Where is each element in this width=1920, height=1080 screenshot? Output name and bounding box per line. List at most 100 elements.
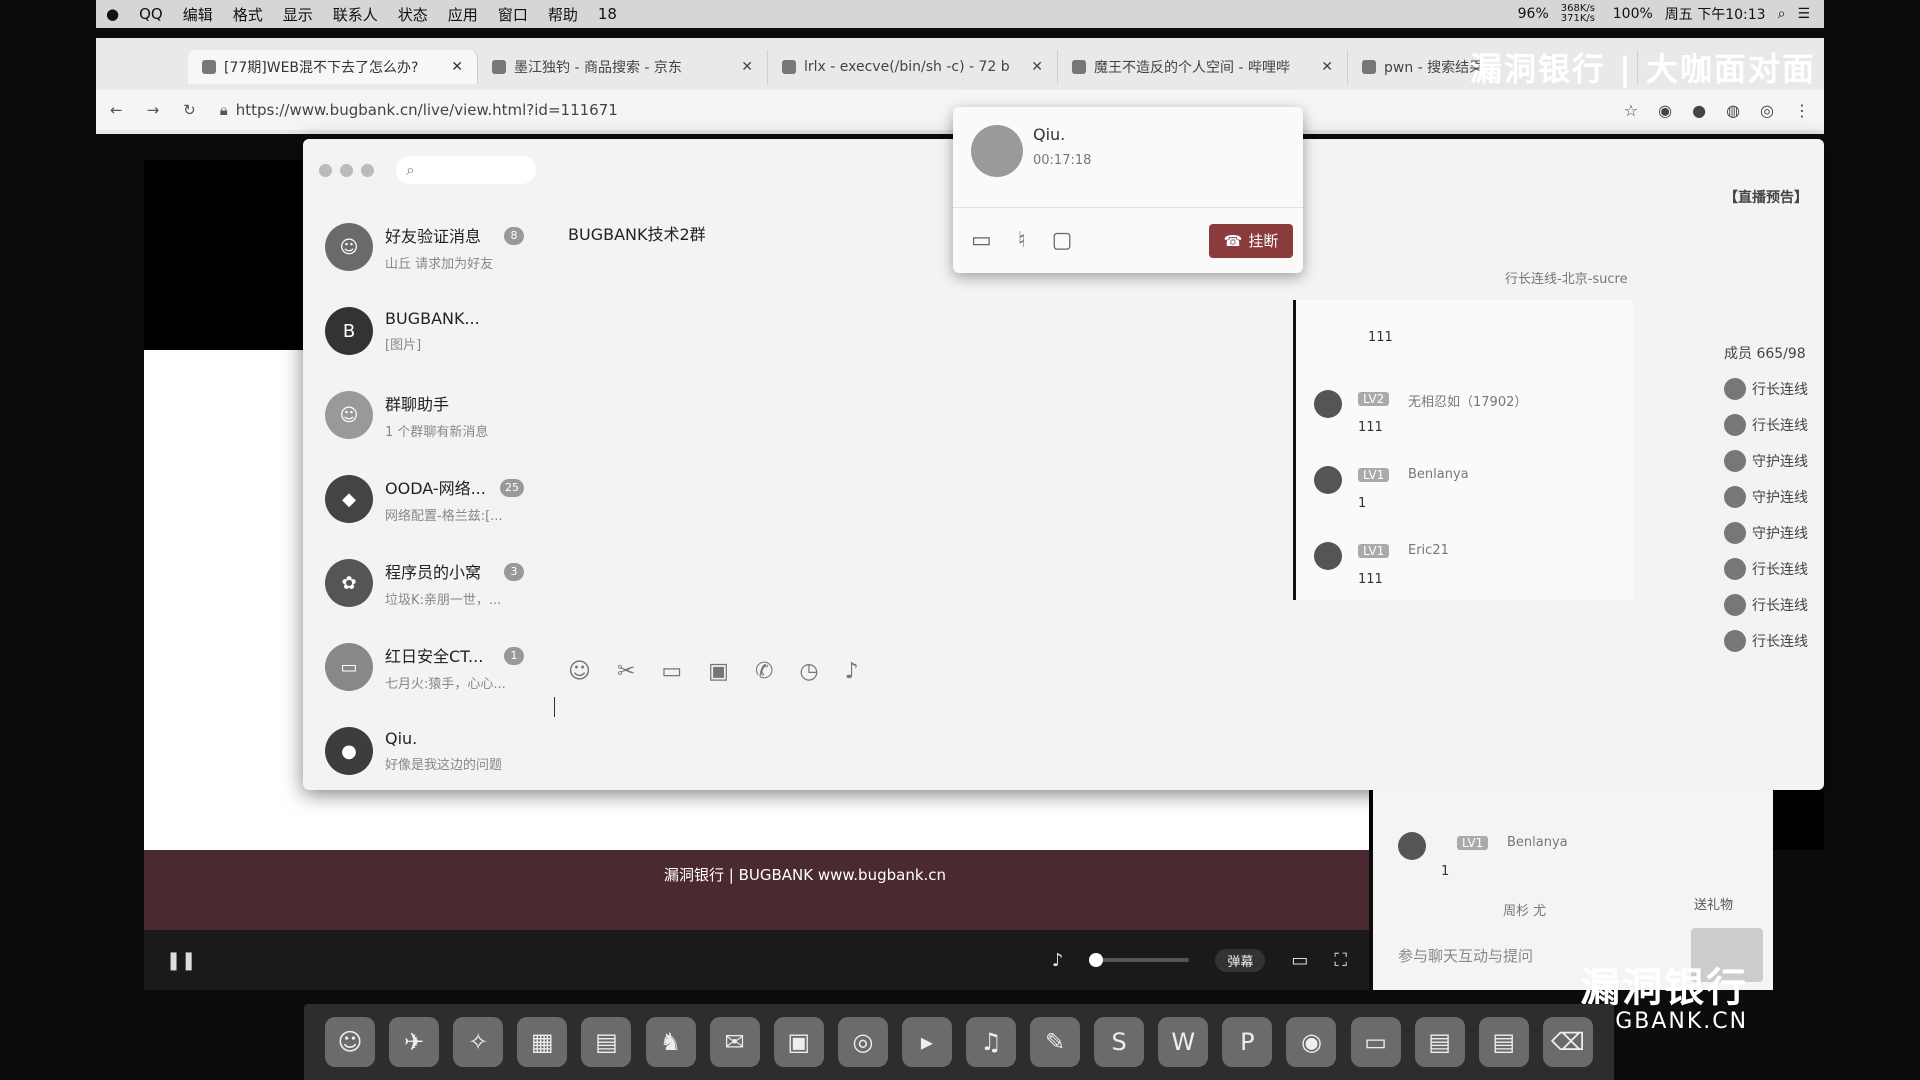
folder-icon[interactable]: ▭ xyxy=(661,659,682,684)
folder-icon[interactable]: ▭ xyxy=(1350,1017,1401,1067)
wechat-icon[interactable]: ✉ xyxy=(709,1017,760,1067)
mute-speaker-icon[interactable]: ♪ xyxy=(1052,950,1064,971)
obs-icon[interactable]: ◉ xyxy=(1286,1017,1337,1067)
menu-status[interactable]: 状态 xyxy=(398,4,428,25)
close-icon[interactable]: ✕ xyxy=(1031,59,1043,75)
member-row[interactable]: 行长连线 xyxy=(1724,551,1824,587)
close-icon[interactable]: ✕ xyxy=(451,59,463,75)
image-icon[interactable]: ▣ xyxy=(708,659,729,684)
menu-qq[interactable]: QQ xyxy=(139,5,163,23)
zoom-window-icon[interactable] xyxy=(361,163,374,177)
notification-center-icon[interactable]: ☰ xyxy=(1797,6,1810,22)
clock[interactable]: 周五 下午10:13 xyxy=(1665,4,1766,24)
calendar-icon[interactable]: ▦ xyxy=(517,1017,568,1067)
search-input[interactable]: ⌕ xyxy=(396,156,536,184)
tab-1[interactable]: [77期]WEB混不下去了怎么办? ✕ xyxy=(188,50,478,84)
document-icon[interactable]: ▤ xyxy=(1414,1017,1465,1067)
member-row[interactable]: 守护连线 xyxy=(1724,479,1824,515)
menu-format[interactable]: 格式 xyxy=(233,4,263,25)
feather-icon[interactable]: ✎ xyxy=(1030,1017,1081,1067)
conversation-item[interactable]: ✿ 程序员的小窝 垃圾K:亲朋一世，... 3 xyxy=(303,541,538,625)
extension-icon[interactable]: ◍ xyxy=(1726,101,1740,120)
member-row[interactable]: 行长连线 xyxy=(1724,407,1824,443)
member-row[interactable]: 行长连线 xyxy=(1724,623,1824,659)
trash-icon[interactable]: ⌫ xyxy=(1542,1017,1593,1067)
extension-icon[interactable]: ◉ xyxy=(1658,101,1672,120)
terminal-icon[interactable]: ▸ xyxy=(901,1017,952,1067)
scissors-icon[interactable]: ✂ xyxy=(617,659,635,684)
chat-input[interactable]: 参与聊天互动与提问 xyxy=(1398,945,1533,966)
danmu-toggle[interactable]: 弹幕 xyxy=(1215,948,1266,972)
word-icon[interactable]: W xyxy=(1158,1017,1209,1067)
chat-bubble-icon[interactable]: ▭ xyxy=(971,228,992,253)
theater-mode-icon[interactable]: ▭ xyxy=(1291,950,1308,971)
forward-icon[interactable]: → xyxy=(147,101,160,119)
more-menu-icon[interactable]: ⋮ xyxy=(1794,101,1810,120)
menu-help[interactable]: 帮助 xyxy=(548,4,578,25)
avatar xyxy=(1724,594,1746,616)
member-row[interactable]: 行长连线 xyxy=(1724,371,1824,407)
menu-contacts[interactable]: 联系人 xyxy=(333,4,378,25)
chat-user[interactable]: 无相忍如（17902） xyxy=(1408,391,1527,410)
message-input-caret[interactable] xyxy=(554,697,555,717)
extension-icon[interactable]: ● xyxy=(1692,101,1706,120)
reload-icon[interactable]: ↻ xyxy=(183,101,196,119)
music-icon[interactable]: ♫ xyxy=(965,1017,1016,1067)
mute-mic-icon[interactable]: ♮ xyxy=(1018,228,1026,253)
menu-view[interactable]: 显示 xyxy=(283,4,313,25)
chat-user[interactable]: 周杉 尤 xyxy=(1503,900,1546,919)
member-row[interactable]: 守护连线 xyxy=(1724,443,1824,479)
conversation-item[interactable]: ☺ 群聊助手 1 个群聊有新消息 xyxy=(303,373,538,457)
mute-bell-icon[interactable]: ♪ xyxy=(845,659,859,684)
gift-button[interactable]: 送礼物 xyxy=(1694,894,1733,913)
chat-user[interactable]: Eric21 xyxy=(1408,543,1449,558)
sublime-icon[interactable]: S xyxy=(1094,1017,1145,1067)
chat-user[interactable]: Benlanya xyxy=(1408,467,1469,482)
close-icon[interactable]: ✕ xyxy=(1321,59,1333,75)
member-row[interactable]: 守护连线 xyxy=(1724,515,1824,551)
conversation-item[interactable]: ▭ 红日安全CT... 七月火:猿手，心心... 1 xyxy=(303,625,538,709)
launchpad-icon[interactable]: ✈ xyxy=(389,1017,440,1067)
apple-menu-icon[interactable]: ● xyxy=(106,5,119,23)
profile-icon[interactable]: ◎ xyxy=(1760,101,1774,120)
bookmark-star-icon[interactable]: ☆ xyxy=(1624,101,1638,120)
chat-user[interactable]: Benlanya xyxy=(1507,835,1568,850)
member-row[interactable]: 行长连线 xyxy=(1724,587,1824,623)
conversation-item[interactable]: B BUGBANK... [图片] xyxy=(303,289,538,373)
volume-level[interactable]: 100% xyxy=(1613,6,1653,22)
history-icon[interactable]: ◷ xyxy=(799,659,818,684)
volume-slider[interactable] xyxy=(1089,953,1190,967)
powerpoint-icon[interactable]: P xyxy=(1222,1017,1273,1067)
spotlight-icon[interactable]: ⌕ xyxy=(1778,6,1786,22)
tab-3[interactable]: lrlx - execve(/bin/sh -c) - 72 b ✕ xyxy=(768,50,1058,84)
menu-apps[interactable]: 应用 xyxy=(448,4,478,25)
battery-percent[interactable]: 96% xyxy=(1518,6,1549,22)
conversation-item[interactable]: ◆ OODA-网络... 网络配置-格兰兹:[... 25 xyxy=(303,457,538,541)
qq-icon[interactable]: ♞ xyxy=(645,1017,696,1067)
conversation-item[interactable]: ● Qiu. 好像是我这边的问题 xyxy=(303,709,538,790)
conversation-item[interactable]: ☺ 好友验证消息 山丘 请求加为好友 8 xyxy=(303,205,538,289)
chat-title: BUGBANK技术2群 xyxy=(568,225,706,244)
url-field[interactable]: 🔒︎ https://www.bugbank.cn/live/view.html?… xyxy=(220,101,618,119)
qq-tray-badge[interactable]: 18 xyxy=(598,5,617,23)
menu-window[interactable]: 窗口 xyxy=(498,4,528,25)
close-icon[interactable]: ✕ xyxy=(741,59,753,75)
pause-icon[interactable]: ❚❚ xyxy=(166,950,196,971)
safari-icon[interactable]: ✧ xyxy=(453,1017,504,1067)
emoji-icon[interactable]: ☺ xyxy=(568,659,591,684)
minimize-window-icon[interactable] xyxy=(340,163,353,177)
fullscreen-icon[interactable]: ⛶ xyxy=(1334,950,1347,971)
menu-edit[interactable]: 编辑 xyxy=(183,4,213,25)
screen-share-icon[interactable]: ▣ xyxy=(773,1017,824,1067)
tab-2[interactable]: 墨江独钓 - 商品搜索 - 京东 ✕ xyxy=(478,50,768,84)
back-icon[interactable]: ← xyxy=(110,101,123,119)
finder-icon[interactable]: ☺ xyxy=(325,1017,376,1067)
phone-icon[interactable]: ✆ xyxy=(755,659,773,684)
hangup-button[interactable]: ☎ 挂断 xyxy=(1209,223,1293,258)
chrome-icon[interactable]: ◎ xyxy=(837,1017,888,1067)
notes-icon[interactable]: ▤ xyxy=(581,1017,632,1067)
tab-4[interactable]: 魔王不造反的个人空间 - 哔哩哔 ✕ xyxy=(1058,50,1348,84)
video-camera-icon[interactable]: ▢ xyxy=(1052,228,1073,253)
document-icon[interactable]: ▤ xyxy=(1478,1017,1529,1067)
close-window-icon[interactable] xyxy=(319,163,332,177)
